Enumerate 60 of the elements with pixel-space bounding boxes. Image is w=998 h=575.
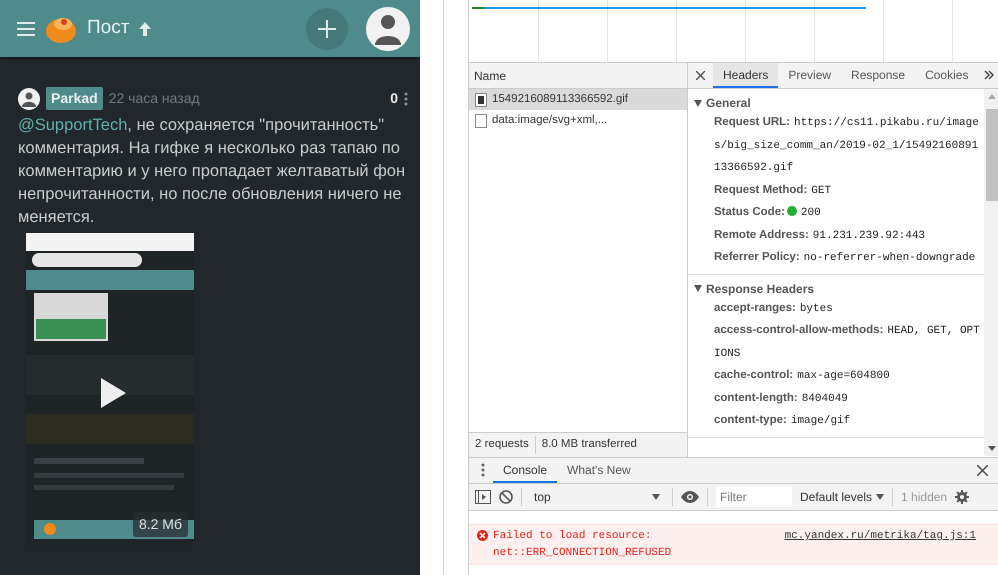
header-row-text: content-type: image/gif <box>713 413 852 429</box>
section-title: General <box>706 95 751 112</box>
section-title: Response Headers <box>706 280 814 298</box>
kebab-icon <box>481 463 485 478</box>
dropdown-icon <box>652 494 660 500</box>
add-button[interactable] <box>306 8 348 50</box>
header-value: 200 <box>800 207 821 219</box>
comment-text: @SupportTech, не сохраняется "прочитанность" комментария. На гифке я несколько раз тапаю по комментарию и у него пропадает желтаватый фон непрочитанности, но после обновления ничего не меняется. <box>18 115 406 228</box>
error-icon <box>477 530 488 541</box>
double-chevron-icon <box>984 70 994 80</box>
user-avatar[interactable] <box>366 6 410 50</box>
drawer-tab[interactable]: What's New <box>557 458 641 483</box>
settings-icon[interactable] <box>955 490 970 504</box>
eye-icon[interactable] <box>681 491 699 503</box>
scroll-down-icon <box>988 446 996 451</box>
triangle-icon[interactable] <box>694 285 702 292</box>
more-icon[interactable] <box>404 92 408 106</box>
plus-icon <box>318 20 336 38</box>
detail-tab[interactable]: Headers <box>713 63 778 88</box>
close-icon <box>977 464 988 476</box>
header-row-text: cache-control: max-age=604800 <box>713 368 891 384</box>
levels-dropdown[interactable]: Default levels <box>800 488 884 506</box>
comment-time: 22 часа назад <box>108 89 200 108</box>
detail-tab[interactable]: Response <box>841 63 916 88</box>
up-arrow-icon[interactable] <box>139 22 152 36</box>
request-row[interactable]: 1549216089113366592.gif <box>469 89 687 110</box>
header-row-text: Remote Address: 91.231.239.92:443 <box>713 228 926 244</box>
mention-link[interactable]: @SupportTech <box>18 116 128 134</box>
request-count: 2 requests <box>475 437 529 452</box>
sidebar-toggle-icon[interactable] <box>475 490 491 504</box>
header-name: Status Code: <box>714 206 785 218</box>
header-row-text: accept-ranges: bytes <box>713 300 834 316</box>
page-title: Пост <box>87 16 130 40</box>
transfer-size: 8.0 MB transferred <box>542 437 637 452</box>
header-row-text: content-length: 8404049 <box>713 390 849 406</box>
hidden-count: 1 hidden <box>901 489 948 506</box>
column-header[interactable]: Name <box>474 66 506 84</box>
file-size-label: 8.2 Мб <box>132 512 188 537</box>
clear-console-icon[interactable] <box>499 490 513 504</box>
error-message: Failed to load resource: net::ERR_CONNECTION_REFUSED <box>493 529 672 560</box>
detail-tab[interactable]: Cookies <box>915 63 978 88</box>
triangle-icon[interactable] <box>694 100 702 106</box>
close-icon <box>696 70 705 80</box>
comment-rating: 0 <box>390 89 398 108</box>
header-row-text: Request URL: https://cs11.pikabu.ru/images/big_size_comm_an/2019-02_1/1549216089113366592.gif <box>713 115 980 176</box>
scroll-up-icon <box>988 94 996 99</box>
dropdown-icon <box>876 494 884 500</box>
scrollbar[interactable] <box>984 89 998 456</box>
author-avatar <box>18 88 40 110</box>
filter-field[interactable]: Filter <box>716 487 792 507</box>
detail-tab[interactable]: Preview <box>778 63 842 88</box>
menu-icon[interactable] <box>17 22 35 36</box>
context-select[interactable]: top <box>530 488 664 506</box>
file-icon <box>475 114 487 128</box>
image-file-icon <box>475 92 487 106</box>
header-row-text: Referrer Policy: no-referrer-when-downgrade <box>713 250 976 266</box>
scrollbar-thumb[interactable] <box>986 109 998 201</box>
source-link[interactable]: mc.yandex.ru/metrika/tag.js:1 <box>784 528 976 561</box>
request-row[interactable]: data:image/svg+xml,... <box>469 110 687 131</box>
header-row-text: Request Method: GET <box>713 182 832 198</box>
